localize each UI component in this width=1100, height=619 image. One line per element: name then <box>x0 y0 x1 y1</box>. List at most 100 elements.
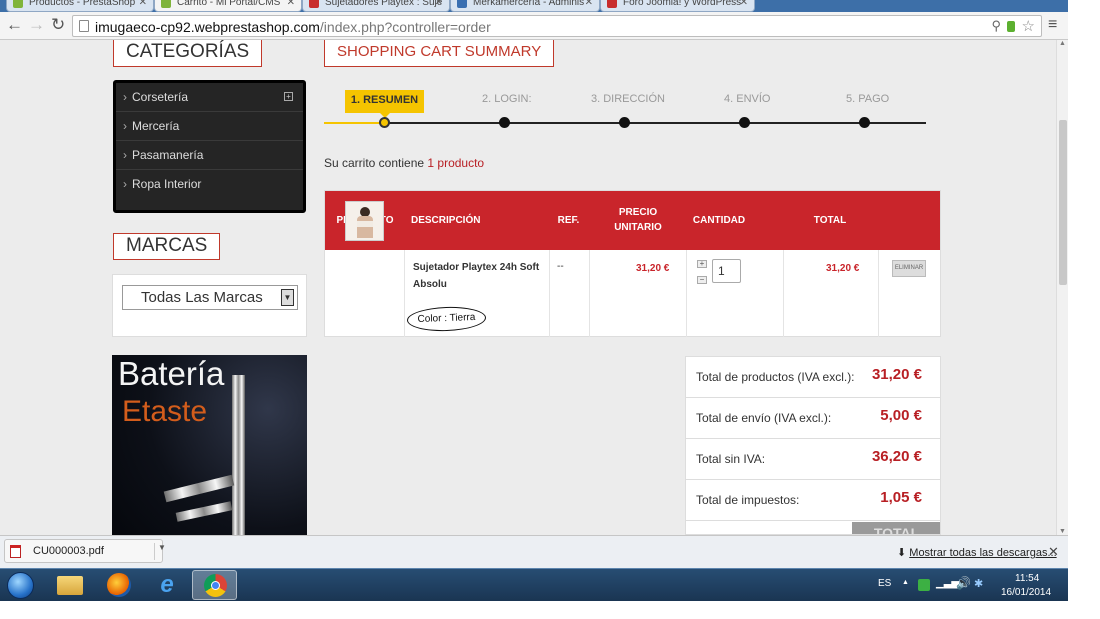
download-icon: ⬇ <box>897 547 907 559</box>
expand-icon[interactable]: + <box>284 92 293 101</box>
tab-sujetadores[interactable]: Sujetadores Playtex : Suje ✕ <box>302 0 450 12</box>
total-header: TOTAL <box>852 522 940 534</box>
menu-icon[interactable]: ≡ <box>1048 16 1057 34</box>
step-progress-done <box>324 122 384 124</box>
tab-foro-joomla[interactable]: Foro Joomla! y WordPress ✕ <box>600 0 755 12</box>
step-pago: 5. PAGO <box>846 93 890 105</box>
site-favicon-icon <box>309 0 319 8</box>
start-button[interactable] <box>7 572 34 599</box>
address-bar[interactable]: imugaeco-cp92.webprestashop.com/index.ph… <box>72 15 1042 37</box>
table-header: PRODUCTO DESCRIPCIÓN REF. PRECIO UNITARI… <box>325 191 940 250</box>
col-precio-unitario: PRECIO UNITARIO <box>614 207 662 233</box>
step-progress-track <box>384 122 926 124</box>
divider <box>589 250 590 337</box>
language-indicator[interactable]: ES <box>878 578 891 589</box>
scroll-down-icon[interactable]: ▼ <box>1059 528 1066 535</box>
tray-app-icon[interactable] <box>918 579 930 591</box>
total-row-products: Total de productos (IVA excl.): 31,20 € <box>686 357 940 398</box>
category-ropa-interior[interactable]: Ropa Interior <box>116 170 303 199</box>
totals-table: Total de productos (IVA excl.): 31,20 € T… <box>685 356 941 535</box>
step-dot <box>739 117 750 128</box>
system-tray: ES ▲ ▁▃▅ 🔊 ✱ 11:54 16/01/2014 <box>870 569 1068 602</box>
download-filename: CU000003.pdf <box>33 545 104 557</box>
total-row-taxes: Total de impuestos: 1,05 € <box>686 480 940 521</box>
show-all-downloads-link[interactable]: ⬇ Mostrar todas las descargas... <box>897 546 1057 559</box>
prestashop-icon <box>13 0 23 8</box>
product-unit-price: 31,20 € <box>636 263 670 274</box>
clock-date[interactable]: 16/01/2014 <box>1001 587 1051 598</box>
step-resumen: 1. RESUMEN <box>345 90 424 118</box>
close-icon[interactable]: ✕ <box>740 0 748 9</box>
download-item[interactable]: CU000003.pdf ▼ <box>4 539 166 563</box>
product-ref: -- <box>557 261 564 272</box>
tab-productos[interactable]: Productos - PrestaShop ✕ <box>6 0 154 12</box>
minus-icon[interactable]: − <box>697 276 707 284</box>
ecig-part-image <box>175 501 233 522</box>
step-dot <box>379 117 390 128</box>
delete-button[interactable]: ELIMINAR <box>892 260 926 277</box>
col-total: TOTAL <box>813 215 847 226</box>
banner-title: Batería <box>118 355 225 392</box>
page-icon <box>79 20 89 32</box>
back-icon[interactable]: ← <box>6 16 23 34</box>
model-body <box>357 216 373 238</box>
scroll-up-icon[interactable]: ▲ <box>1059 40 1066 47</box>
volume-icon[interactable]: 🔊 <box>956 576 971 590</box>
extension-icon[interactable] <box>1007 21 1015 32</box>
cart-count-link[interactable]: 1 producto <box>427 156 484 170</box>
show-hidden-icons-icon[interactable]: ▲ <box>902 579 909 586</box>
cart-summary-heading: SHOPPING CART SUMMARY <box>324 40 555 67</box>
page-scrollbar[interactable]: ▲ ▼ <box>1056 40 1068 535</box>
chevron-down-icon[interactable]: ▼ <box>154 543 166 560</box>
category-merceria[interactable]: Mercería <box>116 112 303 141</box>
plus-icon[interactable]: + <box>697 260 707 268</box>
forward-icon[interactable]: → <box>28 16 45 34</box>
web-page: CATEGORÍAS Corsetería+ Mercería Pasamane… <box>0 40 1056 535</box>
tab-strip: Productos - PrestaShop ✕ Carrito - Mi Por… <box>0 0 1068 12</box>
col-cantidad: CANTIDAD <box>692 215 746 226</box>
chevron-down-icon[interactable]: ▼ <box>281 289 294 306</box>
tab-carrito[interactable]: Carrito - Mi Portal/CMS ✕ <box>154 0 302 12</box>
browser-toolbar: ← → ↻ imugaeco-cp92.webprestashop.com/in… <box>0 12 1068 40</box>
site-favicon-icon <box>457 0 467 8</box>
close-icon[interactable]: ✕ <box>585 0 593 9</box>
brands-select[interactable]: Todas Las Marcas ▼ <box>122 285 298 310</box>
scrollbar-thumb[interactable] <box>1059 120 1067 285</box>
chrome-icon[interactable] <box>192 570 237 600</box>
quantity-input[interactable]: 1 <box>712 259 741 283</box>
firefox-icon[interactable] <box>96 570 141 600</box>
search-icon[interactable]: ⚲ <box>991 18 1001 34</box>
categories-menu: Corsetería+ Mercería Pasamanería Ropa In… <box>113 80 306 213</box>
close-icon[interactable]: ✕ <box>435 0 443 9</box>
close-icon[interactable]: ✕ <box>139 0 147 9</box>
windows-taskbar: e ES ▲ ▁▃▅ 🔊 ✱ 11:54 16/01/2014 <box>0 568 1068 601</box>
clock-time[interactable]: 11:54 <box>1015 573 1039 584</box>
divider <box>783 250 784 337</box>
step-dot <box>859 117 870 128</box>
product-thumbnail[interactable] <box>345 201 384 241</box>
category-pasamaneria[interactable]: Pasamanería <box>116 141 303 170</box>
step-dot <box>499 117 510 128</box>
banner-subtitle: Etaste <box>122 395 208 428</box>
cart-summary-text: Su carrito contiene 1 producto <box>324 156 485 170</box>
bluetooth-icon[interactable]: ✱ <box>974 577 983 590</box>
cart-table: PRODUCTO DESCRIPCIÓN REF. PRECIO UNITARI… <box>324 190 941 337</box>
ecig-part-image <box>163 474 235 503</box>
category-corseteria[interactable]: Corsetería+ <box>116 83 303 112</box>
tab-merkamerceria[interactable]: Merkamercería - Adminis ✕ <box>450 0 600 12</box>
explorer-icon[interactable] <box>47 570 92 600</box>
close-icon[interactable]: ✕ <box>287 0 295 9</box>
internet-explorer-icon[interactable]: e <box>144 570 189 600</box>
divider <box>878 250 879 337</box>
divider <box>404 250 405 337</box>
product-color: Color : Tierra <box>406 305 487 333</box>
star-icon[interactable]: ☆ <box>1022 17 1035 35</box>
col-ref: REF. <box>557 215 580 226</box>
reload-icon[interactable]: ↻ <box>51 16 65 34</box>
categories-heading: CATEGORÍAS <box>113 40 263 67</box>
total-row-shipping: Total de envío (IVA excl.): 5,00 € <box>686 398 940 439</box>
battery-banner[interactable]: Batería Etaste <box>112 355 307 535</box>
close-icon[interactable]: ✕ <box>1048 544 1059 560</box>
product-name[interactable]: Sujetador Playtex 24h Soft Absolu <box>413 259 543 293</box>
prestashop-icon <box>161 0 171 8</box>
